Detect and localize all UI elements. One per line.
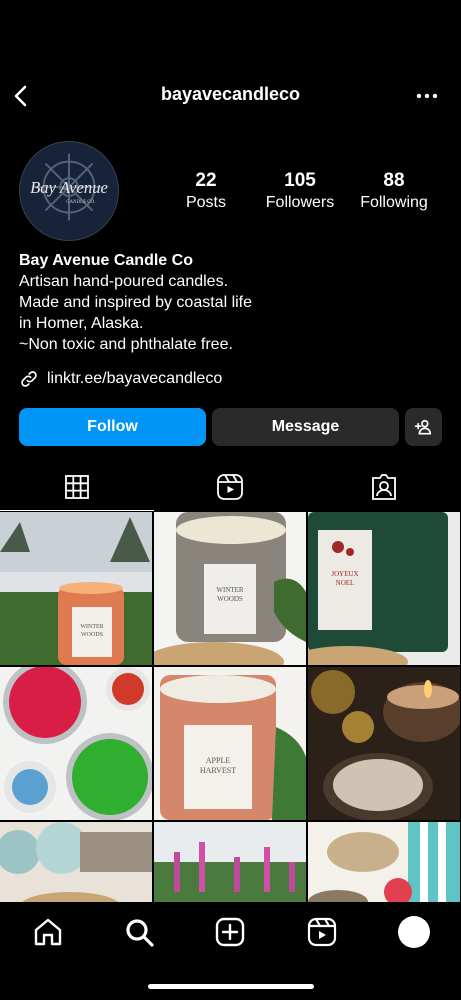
- posts-label: Posts: [185, 194, 226, 211]
- brand-logo-icon: Bay Avenue CANDLE CO.: [20, 142, 118, 240]
- more-horizontal-icon: [416, 93, 438, 99]
- suggest-users-button[interactable]: [405, 408, 442, 446]
- candle-photo: [0, 667, 152, 820]
- followers-stat[interactable]: 105 Followers: [260, 170, 340, 214]
- post-thumbnail[interactable]: [154, 822, 306, 912]
- svg-text:JOYEUX: JOYEUX: [331, 570, 358, 578]
- nav-reels[interactable]: [305, 915, 339, 949]
- profile-username: bayavecandleco: [160, 84, 301, 104]
- candle-photo: [308, 667, 460, 820]
- candle-photo: [154, 822, 306, 912]
- post-thumbnail[interactable]: [308, 667, 460, 820]
- following-count: 88: [383, 170, 405, 191]
- reels-icon: [217, 474, 243, 500]
- reels-icon: [307, 917, 337, 947]
- candle-photo: [0, 822, 152, 912]
- svg-text:HARVEST: HARVEST: [200, 766, 236, 775]
- search-icon: [126, 919, 154, 947]
- grid-icon: [65, 475, 89, 499]
- svg-text:NOEL: NOEL: [336, 579, 355, 587]
- candle-photo: WINTER WOODS: [154, 512, 306, 665]
- nav-home[interactable]: [31, 915, 65, 949]
- candle-photo: [308, 822, 460, 912]
- followers-count: 105: [284, 170, 316, 191]
- posts-stat: 22 Posts: [176, 170, 236, 214]
- bio-line: Artisan hand-poured candles.: [19, 273, 229, 290]
- link-icon: [21, 371, 37, 387]
- following-stat[interactable]: 88 Following: [354, 170, 434, 214]
- profile-bio: Bay Avenue Candle Co Artisan hand-poured…: [19, 250, 439, 355]
- tab-reels[interactable]: [215, 472, 245, 502]
- bio-line: in Homer, Alaska.: [19, 315, 144, 332]
- avatar-brand-subtext: CANDLE CO.: [66, 200, 95, 205]
- post-thumbnail[interactable]: [0, 822, 152, 912]
- active-tab-indicator: [0, 510, 154, 511]
- avatar-brand-text: Bay Avenue: [30, 178, 108, 197]
- candle-photo: WINTER WOODS: [0, 512, 152, 665]
- nav-search[interactable]: [122, 915, 156, 949]
- profile-link[interactable]: linktr.ee/bayavecandleco: [19, 368, 222, 390]
- post-thumbnail[interactable]: APPLE HARVEST: [154, 667, 306, 820]
- candle-photo: APPLE HARVEST: [154, 667, 306, 820]
- posts-count: 22: [195, 170, 217, 191]
- profile-tabs: [0, 466, 461, 511]
- svg-text:WOODS: WOODS: [217, 595, 243, 603]
- create-icon: [215, 917, 245, 947]
- candle-photo: JOYEUX NOEL: [308, 512, 460, 665]
- more-options-button[interactable]: [413, 82, 441, 110]
- message-button[interactable]: Message: [212, 408, 399, 446]
- svg-text:WINTER: WINTER: [80, 624, 103, 630]
- avatar[interactable]: Bay Avenue CANDLE CO.: [19, 141, 119, 241]
- post-thumbnail[interactable]: [0, 667, 152, 820]
- profile-avatar-icon[interactable]: [398, 916, 430, 948]
- post-thumbnail[interactable]: JOYEUX NOEL: [308, 512, 460, 665]
- svg-text:WINTER: WINTER: [216, 586, 244, 594]
- followers-label: Followers: [265, 194, 335, 211]
- follow-button[interactable]: Follow: [19, 408, 206, 446]
- link-text: linktr.ee/bayavecandleco: [47, 370, 223, 387]
- add-user-icon: [414, 419, 431, 435]
- bio-line: ~Non toxic and phthalate free.: [19, 336, 233, 353]
- post-thumbnail[interactable]: [308, 822, 460, 912]
- tab-tagged[interactable]: [369, 472, 399, 502]
- bio-line: Made and inspired by coastal life: [19, 294, 253, 311]
- top-bar: bayavecandleco: [0, 78, 461, 114]
- post-thumbnail[interactable]: WINTER WOODS: [0, 512, 152, 665]
- home-indicator: [148, 984, 314, 989]
- nav-create[interactable]: [213, 915, 247, 949]
- tab-posts-grid[interactable]: [62, 472, 92, 502]
- svg-text:WOODS: WOODS: [81, 632, 103, 638]
- tagged-icon: [372, 474, 396, 500]
- home-icon: [34, 918, 62, 946]
- display-name: Bay Avenue Candle Co: [19, 252, 193, 269]
- svg-text:APPLE: APPLE: [206, 756, 231, 765]
- post-thumbnail[interactable]: WINTER WOODS: [154, 512, 306, 665]
- following-label: Following: [360, 194, 428, 211]
